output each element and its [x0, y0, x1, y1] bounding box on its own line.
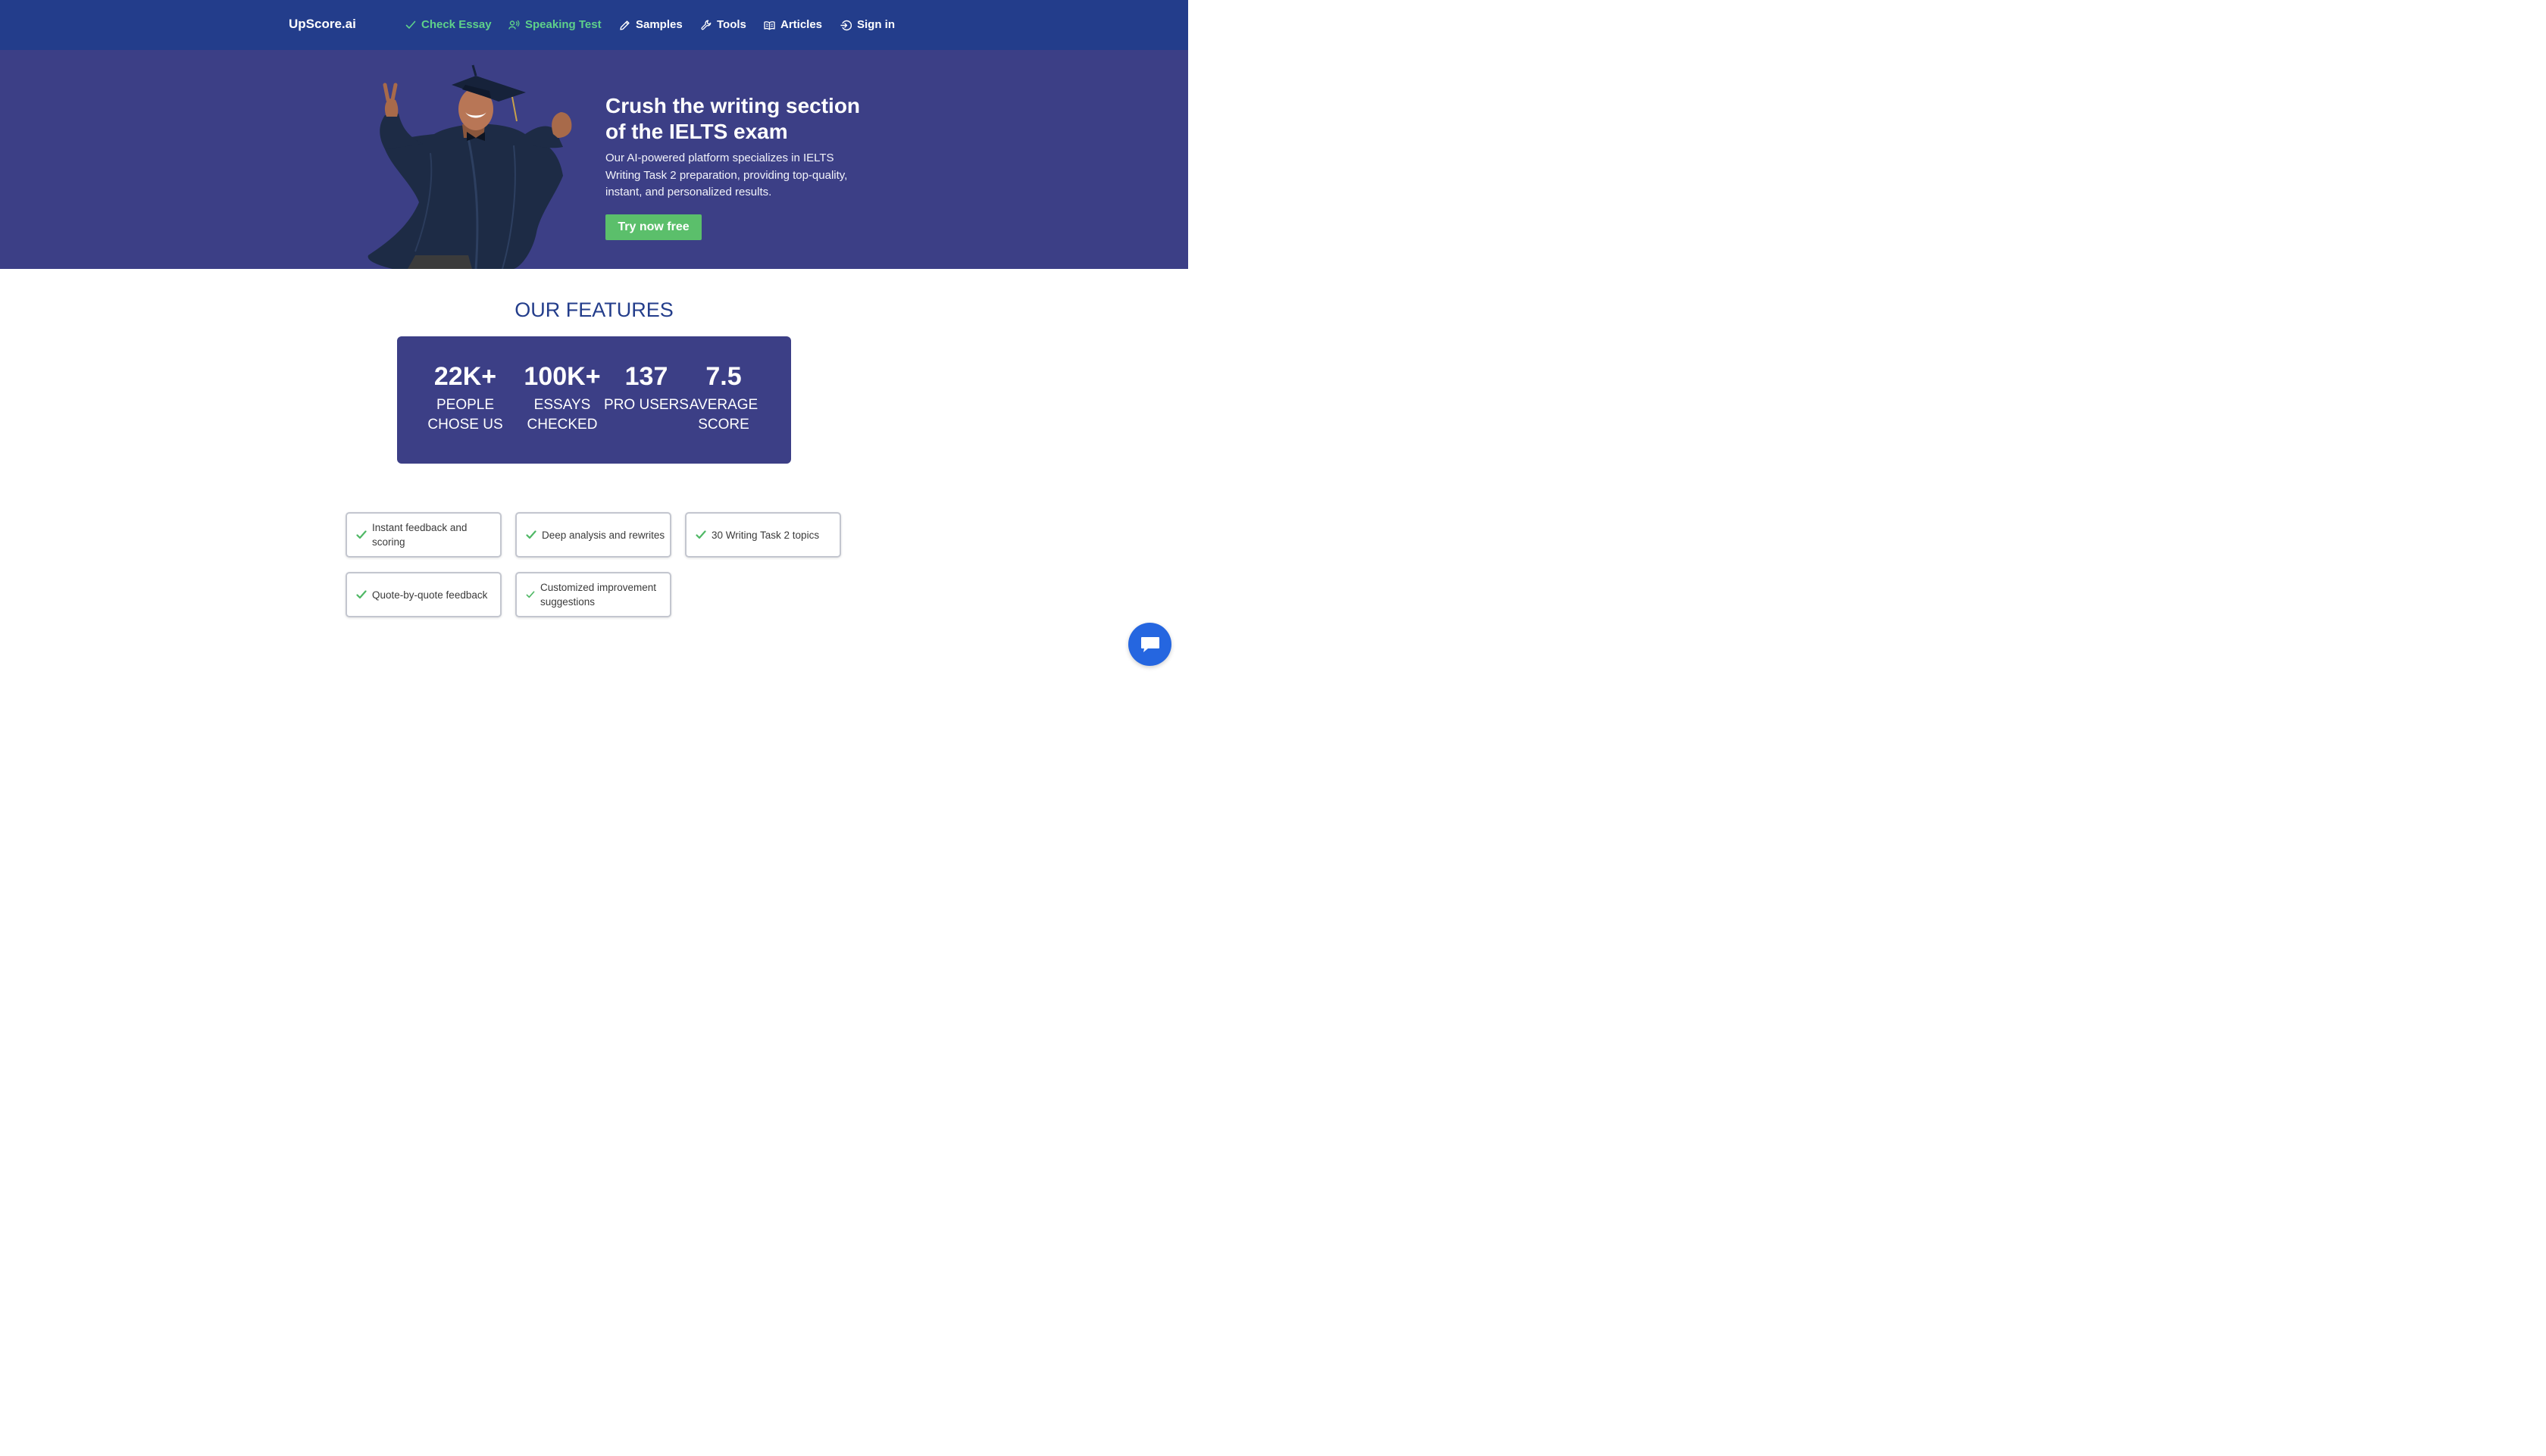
features-heading: OUR FEATURES — [515, 298, 674, 321]
nav-articles[interactable]: Articles — [764, 15, 822, 35]
feature-card: Deep analysis and rewrites — [515, 512, 671, 558]
top-navbar: UpScore.ai Check Essay Speaking Test Sam… — [0, 0, 1188, 50]
stat-value: 7.5 — [705, 362, 742, 391]
feature-card: 30 Writing Task 2 topics — [685, 512, 841, 558]
graduate-image — [368, 64, 572, 269]
feature-card: Instant feedback and scoring — [346, 512, 502, 558]
check-icon — [526, 530, 536, 539]
nav-tools[interactable]: Tools — [701, 15, 746, 35]
hero-description: Our AI-powered platform specializes in I… — [605, 152, 848, 198]
feature-text: Instant feedback and scoring — [372, 522, 468, 548]
nav-check-essay[interactable]: Check Essay — [405, 15, 492, 35]
speaking-icon — [508, 20, 520, 30]
feature-text: Deep analysis and rewrites — [542, 529, 665, 541]
feature-text: Quote-by-quote feedback — [372, 589, 488, 601]
check-icon — [356, 530, 367, 539]
nav-samples-label: Samples — [636, 18, 683, 31]
feature-text: 30 Writing Task 2 topics — [712, 529, 820, 541]
stat-value: 22K+ — [433, 362, 497, 391]
nav-speaking-test[interactable]: Speaking Test — [508, 15, 602, 35]
check-icon — [696, 530, 706, 539]
chat-widget-button[interactable] — [1128, 623, 1171, 666]
book-icon — [764, 20, 775, 30]
stats-panel: 22K+ People chose us 100K+ Essays checke… — [397, 336, 791, 464]
check-icon — [405, 20, 416, 29]
check-icon — [526, 591, 535, 598]
pencil-icon — [620, 20, 630, 30]
stat-label: People chose us — [427, 397, 503, 433]
chat-bubble-icon — [1140, 636, 1159, 652]
wrench-icon — [701, 20, 712, 30]
nav-check-essay-label: Check Essay — [421, 18, 492, 31]
feature-card: Customized improvement suggestions — [515, 572, 671, 617]
nav-samples[interactable]: Samples — [619, 15, 683, 35]
nav-speaking-test-label: Speaking Test — [525, 18, 602, 31]
stat-label: Average score — [689, 397, 758, 433]
sign-in-icon — [840, 20, 852, 30]
nav-sign-in[interactable]: Sign in — [840, 15, 895, 35]
nav-sign-in-label: Sign in — [857, 18, 895, 31]
nav-tools-label: Tools — [717, 18, 746, 31]
nav-articles-label: Articles — [780, 18, 823, 31]
feature-card: Quote-by-quote feedback — [346, 572, 502, 617]
hero-title: Crush the writing section of the IELTS e… — [605, 94, 861, 143]
hero-section: Crush the writing section of the IELTS e… — [0, 50, 1188, 269]
check-icon — [356, 590, 367, 599]
feature-text: Customized improvement suggestions — [540, 582, 657, 608]
stat-average-score: 7.5 Average score — [674, 361, 773, 435]
brand-logo[interactable]: UpScore.ai — [289, 15, 356, 33]
try-now-free-button[interactable]: Try now free — [605, 214, 702, 240]
stat-people: 22K+ People chose us — [416, 361, 515, 435]
